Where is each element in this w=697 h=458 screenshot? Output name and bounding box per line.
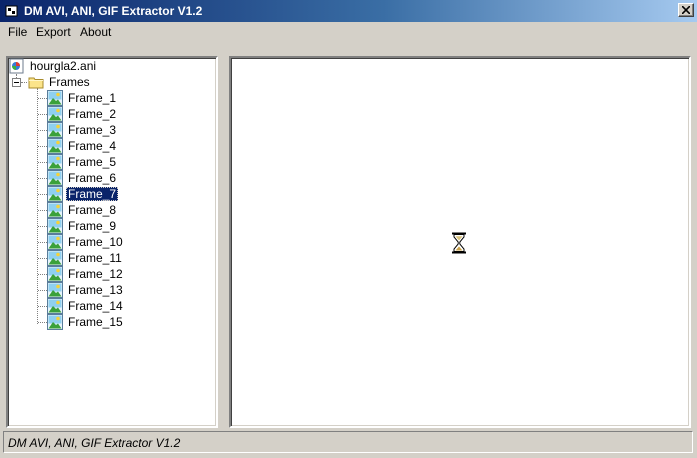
close-button[interactable] [678,3,694,17]
menu-bar: File Export About [0,22,697,42]
tree-frame-item[interactable]: Frame_5 [8,154,208,170]
tree-connector [38,162,47,163]
tree-frame-label: Frame_7 [66,187,119,201]
tree-root-label: hourgla2.ani [30,59,97,73]
tree-frame-label: Frame_1 [68,91,117,105]
tree-frame-item[interactable]: Frame_1 [8,90,208,106]
menu-file[interactable]: File [8,25,27,39]
tree-frame-item[interactable]: Frame_13 [8,282,208,298]
tree-frame-item[interactable]: Frame_11 [8,250,208,266]
tree-connector [38,98,47,99]
image-icon [47,122,63,138]
image-icon [47,106,63,122]
tree-frame-item[interactable]: Frame_7 [8,186,208,202]
tree-frame-item[interactable]: Frame_4 [8,138,208,154]
image-icon [47,266,63,282]
status-bar: DM AVI, ANI, GIF Extractor V1.2 [3,431,693,453]
app-icon[interactable] [4,3,20,19]
title-bar: DM AVI, ANI, GIF Extractor V1.2 [0,0,697,22]
tree-frame-item[interactable]: Frame_3 [8,122,208,138]
menu-export[interactable]: Export [36,25,71,39]
tree-connector [38,290,47,291]
hourglass-icon [452,232,466,254]
folder-icon [28,74,44,90]
image-icon [47,138,63,154]
tree-frame-label: Frame_13 [68,283,123,297]
tree-frame-item[interactable]: Frame_12 [8,266,208,282]
status-text: DM AVI, ANI, GIF Extractor V1.2 [8,436,181,450]
collapse-toggle-icon[interactable] [12,78,21,87]
image-icon [47,90,63,106]
image-icon [47,154,63,170]
tree-root-item[interactable]: hourgla2.ani [8,58,208,74]
tree-connector [38,114,47,115]
tree-connector [38,130,47,131]
image-icon [47,314,63,330]
tree-frame-label: Frame_4 [68,139,117,153]
tree-frame-label: Frame_14 [68,299,123,313]
tree-frame-label: Frame_10 [68,235,123,249]
image-icon [47,298,63,314]
tree-frame-label: Frame_8 [68,203,117,217]
tree-connector [38,322,47,323]
tree-connector [38,178,47,179]
image-icon [47,234,63,250]
frame-preview-panel [229,56,691,428]
tree-frame-item[interactable]: Frame_10 [8,234,208,250]
tree-frame-label: Frame_3 [68,123,117,137]
image-icon [47,250,63,266]
tree-frame-label: Frame_5 [68,155,117,169]
tree-frame-item[interactable]: Frame_14 [8,298,208,314]
close-icon [682,6,690,14]
tree-connector [38,274,47,275]
image-icon [47,186,63,202]
tree-connector [38,226,47,227]
tree-connector [38,194,47,195]
tree-frame-label: Frame_6 [68,171,117,185]
tree-folder-label: Frames [49,75,90,89]
tree-connector [38,242,47,243]
tree-frame-label: Frame_9 [68,219,117,233]
image-icon [47,202,63,218]
image-icon [47,170,63,186]
tree-frame-item[interactable]: Frame_15 [8,314,208,330]
tree-frame-item[interactable]: Frame_6 [8,170,208,186]
tree-frame-item[interactable]: Frame_9 [8,218,208,234]
tree-frame-label: Frame_2 [68,107,117,121]
window-title: DM AVI, ANI, GIF Extractor V1.2 [24,4,203,18]
tree-frame-item[interactable]: Frame_2 [8,106,208,122]
tree-connector [38,306,47,307]
tree-connector [21,82,27,83]
image-icon [47,218,63,234]
tree-folder-item[interactable]: Frames [8,74,208,90]
tree-frame-item[interactable]: Frame_8 [8,202,208,218]
tree-frame-label: Frame_11 [68,251,122,265]
tree-frame-label: Frame_15 [68,315,123,329]
tree-frame-label: Frame_12 [68,267,123,281]
ani-file-icon [9,58,25,74]
image-icon [47,282,63,298]
tree-connector [38,258,47,259]
tree-connector [38,210,47,211]
frame-tree-view[interactable]: hourgla2.ani Frames Frame_1 Frame_2 Frame_… [6,56,218,428]
tree-connector [38,146,47,147]
menu-about[interactable]: About [80,25,111,39]
